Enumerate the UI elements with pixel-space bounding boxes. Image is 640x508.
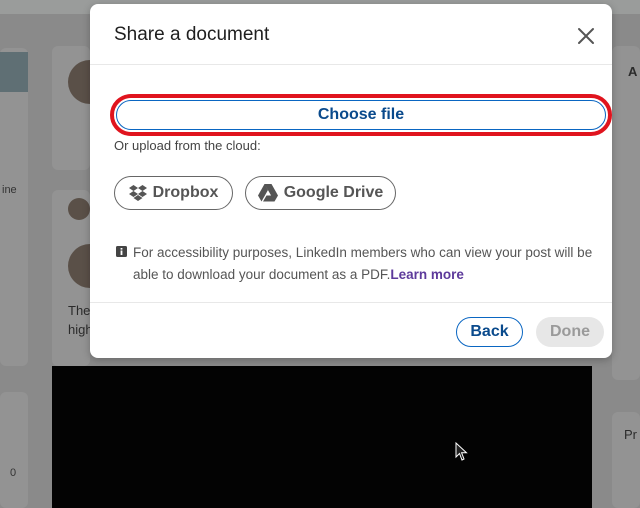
accessibility-notice-text: For accessibility purposes, LinkedIn mem…: [133, 245, 593, 282]
background-video-player: [52, 366, 592, 508]
dropbox-icon: [128, 185, 147, 201]
google-drive-button[interactable]: Google Drive: [245, 176, 396, 210]
share-document-dialog: Share a document Choose file Or upload f…: [90, 4, 612, 358]
background-right-heading-lower: Pr: [624, 427, 637, 442]
mouse-pointer-icon: [455, 442, 468, 461]
dialog-header: Share a document: [90, 4, 612, 65]
background-banner-image: [0, 52, 28, 92]
dialog-title: Share a document: [114, 24, 270, 45]
dropbox-label: Dropbox: [152, 184, 219, 201]
back-button[interactable]: Back: [456, 317, 523, 347]
background-partial-text: ine: [2, 184, 17, 196]
dropbox-button[interactable]: Dropbox: [114, 176, 233, 210]
background-partial-number: 0: [10, 467, 17, 479]
cloud-upload-label: Or upload from the cloud:: [114, 138, 261, 153]
background-left-card: [0, 48, 28, 366]
background-post-text-line2: high: [68, 322, 93, 337]
background-right-card: [612, 46, 640, 380]
background-avatar-small: [68, 198, 90, 220]
dialog-footer: Back Done: [90, 302, 612, 359]
choose-file-button[interactable]: Choose file: [116, 100, 606, 130]
background-post-text-line1: The: [68, 303, 91, 318]
learn-more-link[interactable]: Learn more: [390, 267, 464, 282]
google-drive-icon: [257, 184, 278, 202]
google-drive-label: Google Drive: [283, 184, 384, 201]
accessibility-notice: For accessibility purposes, LinkedIn mem…: [133, 242, 603, 286]
background-left-card-lower: [0, 392, 28, 508]
background-right-heading: A: [628, 64, 638, 79]
close-button[interactable]: [570, 20, 602, 52]
done-button[interactable]: Done: [536, 317, 604, 347]
close-icon: [578, 28, 594, 44]
info-icon: [116, 246, 127, 257]
